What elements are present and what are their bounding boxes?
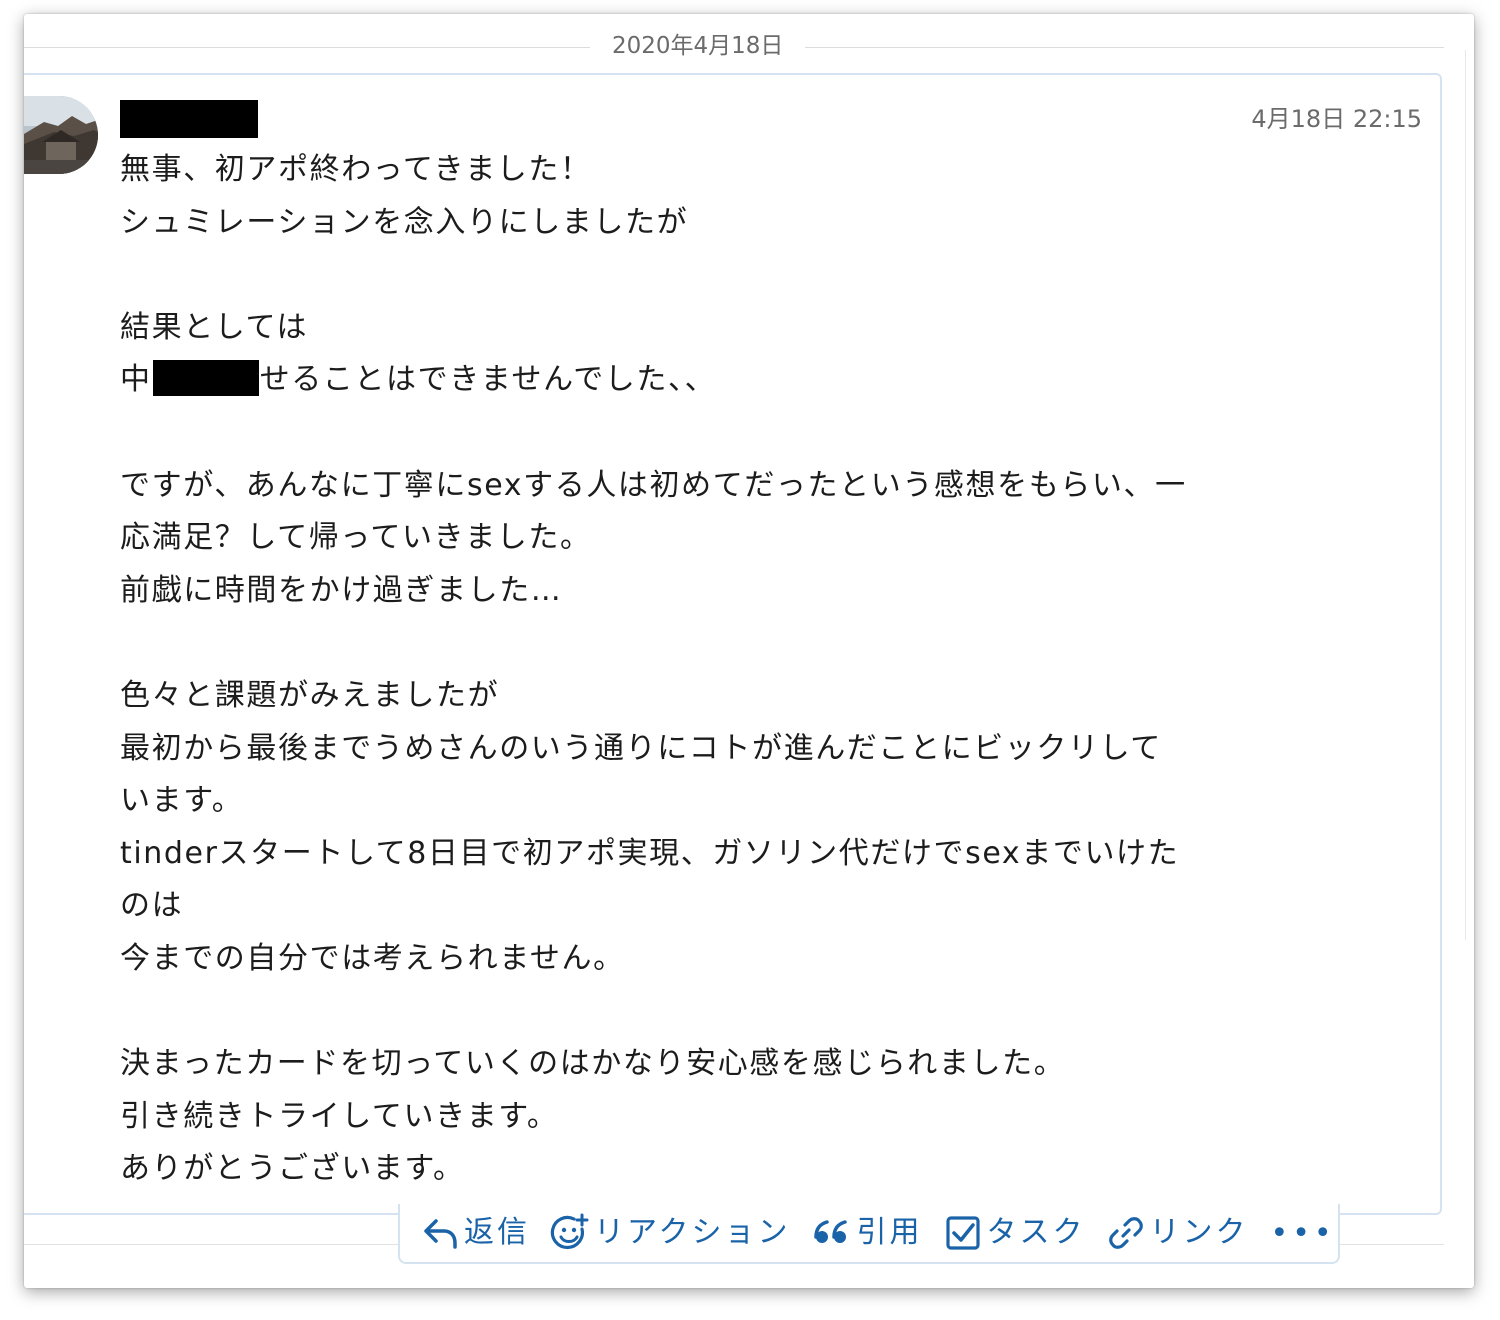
message-fragment: せることはできませんでした、、: [259, 362, 717, 398]
message-line: 引き続きトライしていきます。: [120, 1098, 559, 1134]
reply-label: 返信: [464, 1215, 530, 1250]
message-line: ありがとうございます。: [120, 1151, 465, 1187]
message-line: tinderスタートして8日目で初アポ実現、ガソリン代だけでsexまでいけた: [120, 835, 1180, 871]
message-line: のは: [120, 888, 184, 924]
more-dots-icon[interactable]: •••: [1271, 1216, 1336, 1251]
message-line: [120, 617, 1360, 670]
message-line: 決まったカードを切っていくのはかなり安心感を感じられました。: [120, 1046, 1066, 1082]
message-line: 前戯に時間をかけ過ぎました…: [120, 572, 563, 608]
message-line: 色々と課題がみえましたが: [120, 677, 500, 713]
message-action-bar: 返信 リアクション 引用 タスク リンク •••: [398, 1204, 1340, 1264]
reply-arrow-icon: [420, 1213, 460, 1253]
message-line: [120, 407, 1360, 460]
inline-redaction: [152, 359, 259, 396]
sender-name-redacted[interactable]: [120, 100, 258, 138]
scrollbar-track[interactable]: [1465, 50, 1472, 940]
message-line: [120, 249, 1360, 302]
message-line: 無事、初アポ終わってきました！: [120, 152, 592, 187]
date-divider: 2020年4月18日: [24, 14, 1444, 74]
reaction-label: リアクション: [594, 1215, 791, 1250]
chat-window: 2020年4月18日 4月18日 22:15 無事、初アポ終わってきました！ シ…: [24, 14, 1474, 1288]
date-label: 2020年4月18日: [590, 31, 806, 61]
reaction-button[interactable]: リアクション: [550, 1213, 791, 1253]
message-timestamp[interactable]: 4月18日 22:15: [1251, 104, 1422, 134]
smiley-plus-icon: [550, 1213, 590, 1253]
message-line-with-redaction: 中 せることはできませんでした、、: [120, 354, 1360, 407]
message-line: 最初から最後までうめさんのいう通りにコトが進んだことにビックリして: [120, 730, 1162, 766]
message-line: ですが、あんなに丁寧にsexする人は初めてだったという感想をもらい、一: [120, 467, 1187, 503]
checkbox-icon: [943, 1213, 983, 1253]
message-line: 今までの自分では考えられません。: [120, 940, 625, 976]
reply-button[interactable]: 返信: [420, 1213, 530, 1253]
quote-label: 引用: [856, 1215, 923, 1250]
message-line: シュミレーションを念入りにしましたが: [120, 204, 689, 240]
message-line: [120, 986, 1360, 1039]
quote-button[interactable]: 引用: [811, 1213, 923, 1253]
link-button[interactable]: リンク: [1106, 1213, 1249, 1253]
message-line: います。: [120, 783, 244, 819]
message-body: 無事、初アポ終わってきました！ シュミレーションを念入りにしましたが 結果として…: [120, 144, 1360, 1196]
task-button[interactable]: タスク: [943, 1213, 1086, 1253]
link-label: リンク: [1149, 1215, 1249, 1250]
quote-marks-icon: [811, 1213, 853, 1253]
message-fragment: 中: [120, 362, 152, 398]
chain-link-icon: [1106, 1213, 1146, 1253]
task-label: タスク: [986, 1215, 1086, 1250]
message-line: 結果としては: [120, 309, 309, 345]
message-line: 応満足？して帰っていきました。: [120, 520, 592, 556]
